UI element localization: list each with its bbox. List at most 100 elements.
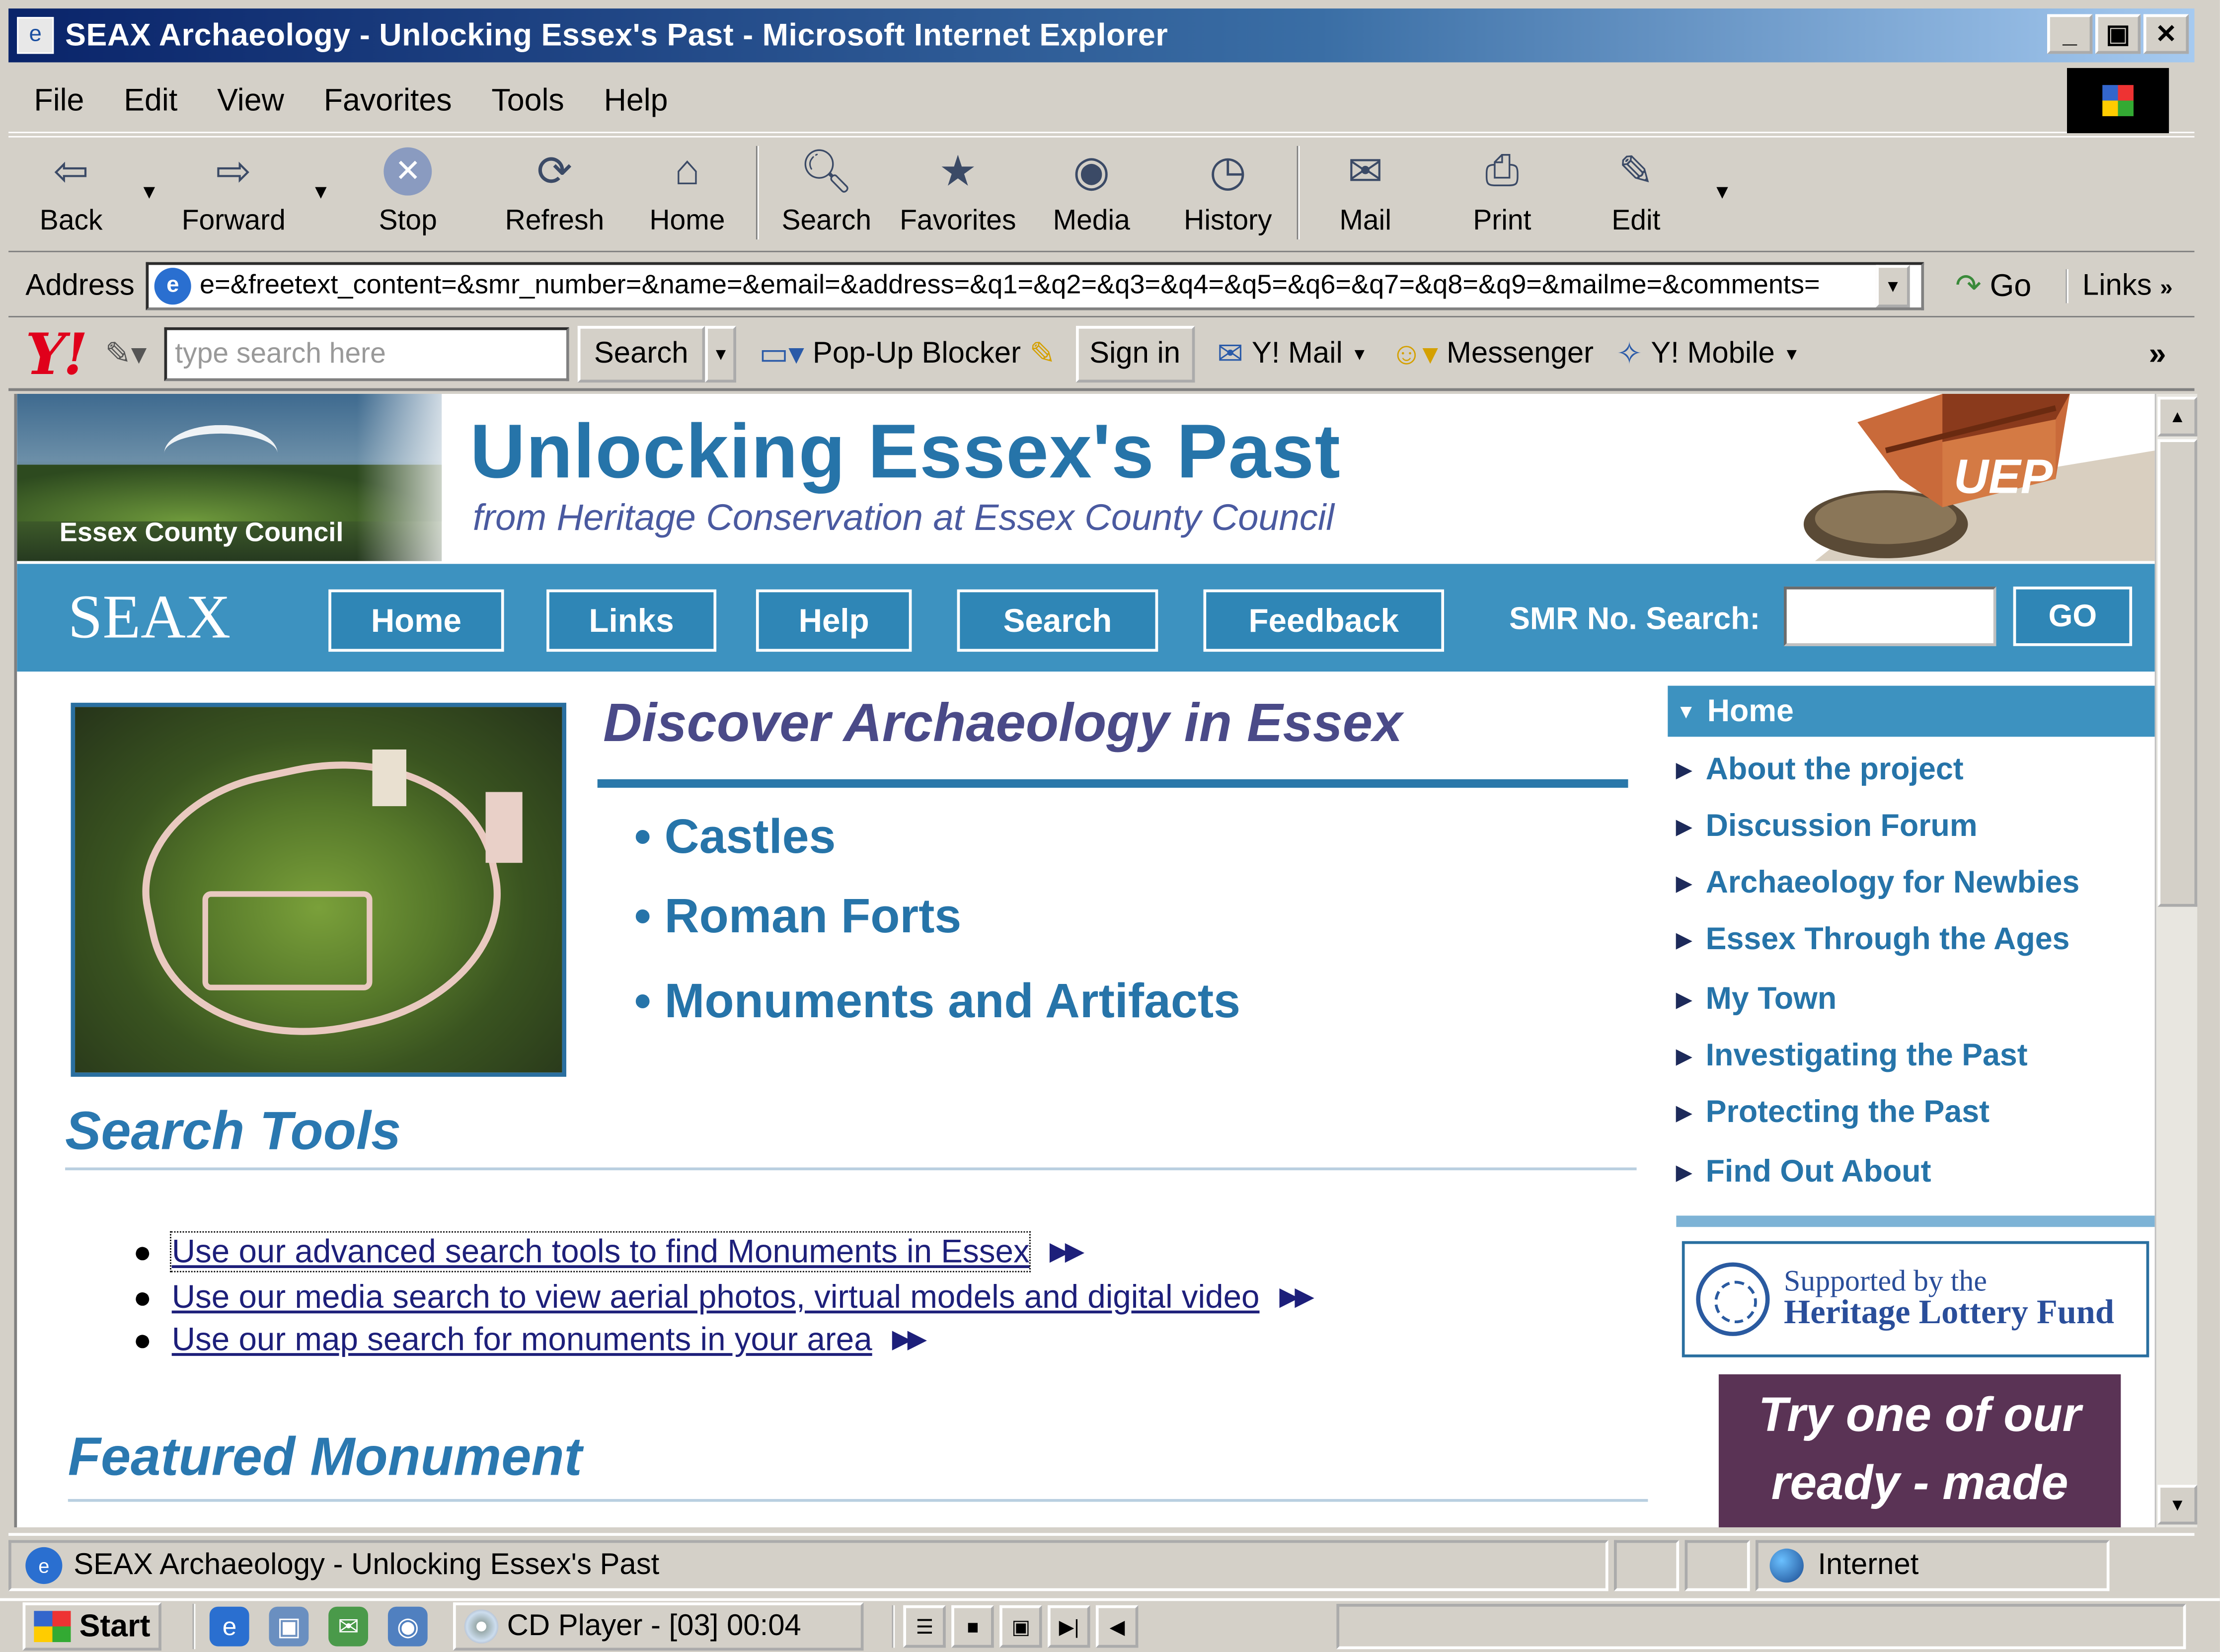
- sidebar-item-my-town[interactable]: ▶ My Town: [1676, 980, 1837, 1017]
- more-arrows-icon[interactable]: ▶▶: [1279, 1282, 1314, 1312]
- refresh-icon: ⟳: [536, 148, 573, 195]
- forward-dropdown-icon[interactable]: ▼: [311, 180, 330, 203]
- yahoo-search-dropdown-icon[interactable]: ▼: [705, 326, 737, 383]
- nav-links-button[interactable]: Links: [546, 589, 717, 652]
- yahoo-mail-button[interactable]: ✉ Y! Mail ▼: [1217, 336, 1368, 373]
- mail-button[interactable]: ✉ Mail: [1337, 138, 1394, 248]
- previous-icon[interactable]: ◀: [1096, 1605, 1139, 1648]
- menu-file[interactable]: File: [34, 81, 84, 118]
- more-arrows-icon[interactable]: ▶▶: [1050, 1237, 1084, 1267]
- heritage-lottery-fund-badge[interactable]: Supported by the Heritage Lottery Fund: [1682, 1241, 2149, 1357]
- advanced-search-link[interactable]: Use our advanced search tools to find Mo…: [170, 1231, 1031, 1273]
- ie-launch-icon[interactable]: e: [210, 1606, 249, 1647]
- nav-home-button[interactable]: Home: [328, 589, 504, 652]
- monuments-artifacts-link[interactable]: Monuments and Artifacts: [634, 975, 1240, 1030]
- menu-help[interactable]: Help: [604, 81, 668, 118]
- yahoo-mobile-label: Y! Mobile: [1651, 337, 1775, 370]
- sidebar-item-about[interactable]: ▶ About the project: [1676, 751, 1963, 788]
- banner-fade: [357, 393, 470, 561]
- menu-favorites[interactable]: Favorites: [324, 81, 452, 118]
- yahoo-search-input[interactable]: type search here: [163, 327, 569, 381]
- address-url[interactable]: e=&freetext_content=&smr_number=&name=&e…: [200, 270, 1876, 301]
- refresh-button[interactable]: ⟳ Refresh: [505, 138, 605, 248]
- home-button[interactable]: ⌂ Home: [649, 138, 725, 248]
- links-button[interactable]: Links »: [2065, 268, 2173, 303]
- address-field[interactable]: e e=&freetext_content=&smr_number=&name=…: [146, 261, 1924, 310]
- cd-player-task[interactable]: CD Player - [03] 00:04: [453, 1602, 864, 1651]
- sidebar-home[interactable]: ▼ Home: [1668, 685, 2155, 737]
- mobile-icon: ✧: [1616, 336, 1643, 372]
- castles-link[interactable]: Castles: [634, 811, 836, 866]
- back-label: Back: [39, 205, 103, 237]
- nav-help-button[interactable]: Help: [756, 589, 912, 652]
- sidebar-item-ages[interactable]: ▶ Essex Through the Ages: [1676, 921, 2069, 958]
- forward-button[interactable]: ⇨ Forward: [182, 138, 286, 248]
- sidebar-item-find-out[interactable]: ▶ Find Out About: [1676, 1153, 1931, 1190]
- stop-square-icon[interactable]: ■: [951, 1605, 995, 1648]
- windows-flag-icon: [34, 1611, 71, 1643]
- address-dropdown-icon[interactable]: ▼: [1876, 264, 1910, 307]
- yahoo-search-button[interactable]: Search: [577, 326, 705, 383]
- aerial-castle-photo[interactable]: [71, 702, 566, 1077]
- menu-tools[interactable]: Tools: [491, 81, 564, 118]
- pause-icon[interactable]: ▣: [999, 1605, 1042, 1648]
- search-button[interactable]: 🔍︎ Search: [781, 138, 871, 248]
- window-title-bar[interactable]: e SEAX Archaeology - Unlocking Essex's P…: [8, 8, 2195, 63]
- council-emblem-icon: [164, 425, 278, 482]
- scroll-up-icon[interactable]: ▲: [2157, 396, 2198, 437]
- close-button[interactable]: ✕: [2143, 14, 2189, 54]
- sidebar-item-forum[interactable]: ▶ Discussion Forum: [1676, 808, 1977, 844]
- minimize-button[interactable]: _: [2047, 14, 2093, 54]
- outlook-launch-icon[interactable]: ✉: [328, 1606, 369, 1647]
- toolbar-overflow-icon[interactable]: »: [2149, 336, 2166, 373]
- seax-brand[interactable]: SEAX: [68, 581, 230, 653]
- toolbar-more-dropdown-icon[interactable]: ▼: [1712, 180, 1732, 203]
- menu-edit[interactable]: Edit: [124, 81, 177, 118]
- nav-search-button[interactable]: Search: [957, 589, 1158, 652]
- go-button[interactable]: ↷ Go: [1955, 267, 2031, 304]
- pencil-icon[interactable]: ✎▾: [105, 336, 147, 373]
- roman-forts-link[interactable]: Roman Forts: [634, 890, 962, 945]
- media-button[interactable]: ◉ Media: [1053, 138, 1130, 248]
- start-button[interactable]: Start: [22, 1602, 162, 1651]
- favorites-button[interactable]: ★ Favorites: [900, 138, 1016, 248]
- edit-button[interactable]: ✎ Edit: [1608, 138, 1664, 248]
- back-dropdown-icon[interactable]: ▼: [140, 180, 159, 203]
- sign-in-button[interactable]: Sign in: [1075, 326, 1195, 383]
- print-button[interactable]: ⎙ Print: [1473, 138, 1531, 248]
- yahoo-mobile-button[interactable]: ✧ Y! Mobile ▼: [1616, 336, 1800, 373]
- sidebar-item-protecting[interactable]: ▶ Protecting the Past: [1676, 1094, 1990, 1130]
- stop-label: Stop: [379, 205, 437, 237]
- cd-controls: ☰ ■ ▣ ▶| ◀: [892, 1605, 1139, 1648]
- popup-blocker-button[interactable]: ▭▾ Pop-Up Blocker ✎: [759, 336, 1056, 373]
- next-track-icon[interactable]: ▶|: [1048, 1605, 1090, 1648]
- search-tools-divider: [65, 1167, 1637, 1171]
- smr-number-input[interactable]: [1784, 586, 1996, 646]
- triangle-right-icon: ▶: [1676, 870, 1692, 894]
- home-icon: ⌂: [674, 147, 700, 194]
- sidebar-item-label: Find Out About: [1705, 1153, 1931, 1189]
- maximize-button[interactable]: ▣: [2095, 14, 2141, 54]
- map-search-link[interactable]: Use our map search for monuments in your…: [172, 1321, 872, 1359]
- sidebar-item-newbies[interactable]: ▶ Archaeology for Newbies: [1676, 864, 2079, 901]
- back-button[interactable]: ⇦ Back: [40, 138, 103, 248]
- menu-view[interactable]: View: [217, 81, 284, 118]
- media-search-link[interactable]: Use our media search to view aerial phot…: [172, 1278, 1260, 1316]
- scroll-down-icon[interactable]: ▼: [2157, 1485, 2198, 1525]
- nav-feedback-button[interactable]: Feedback: [1203, 589, 1444, 652]
- smr-go-button[interactable]: GO: [2013, 586, 2133, 646]
- more-arrows-icon[interactable]: ▶▶: [892, 1325, 927, 1354]
- stop-button[interactable]: ✕ Stop: [379, 138, 437, 248]
- vertical-scrollbar[interactable]: ▲ ▼: [2154, 393, 2198, 1527]
- sidebar-item-investigating[interactable]: ▶ Investigating the Past: [1676, 1037, 2027, 1074]
- menu-icon[interactable]: ☰: [903, 1605, 946, 1648]
- desktop-launch-icon[interactable]: ▣: [269, 1606, 309, 1647]
- triangle-right-icon: ▶: [1676, 1043, 1692, 1066]
- yahoo-logo[interactable]: Y!: [25, 321, 88, 387]
- try-ready-made-promo[interactable]: Try one of our ready - made: [1718, 1374, 2121, 1527]
- history-button[interactable]: ◷ History: [1184, 138, 1272, 248]
- media-launch-icon[interactable]: ◉: [388, 1606, 428, 1647]
- scrollbar-thumb[interactable]: [2157, 439, 2198, 907]
- messenger-button[interactable]: ☺▾ Messenger: [1390, 336, 1594, 373]
- search-tools-heading: Search Tools: [65, 1102, 401, 1162]
